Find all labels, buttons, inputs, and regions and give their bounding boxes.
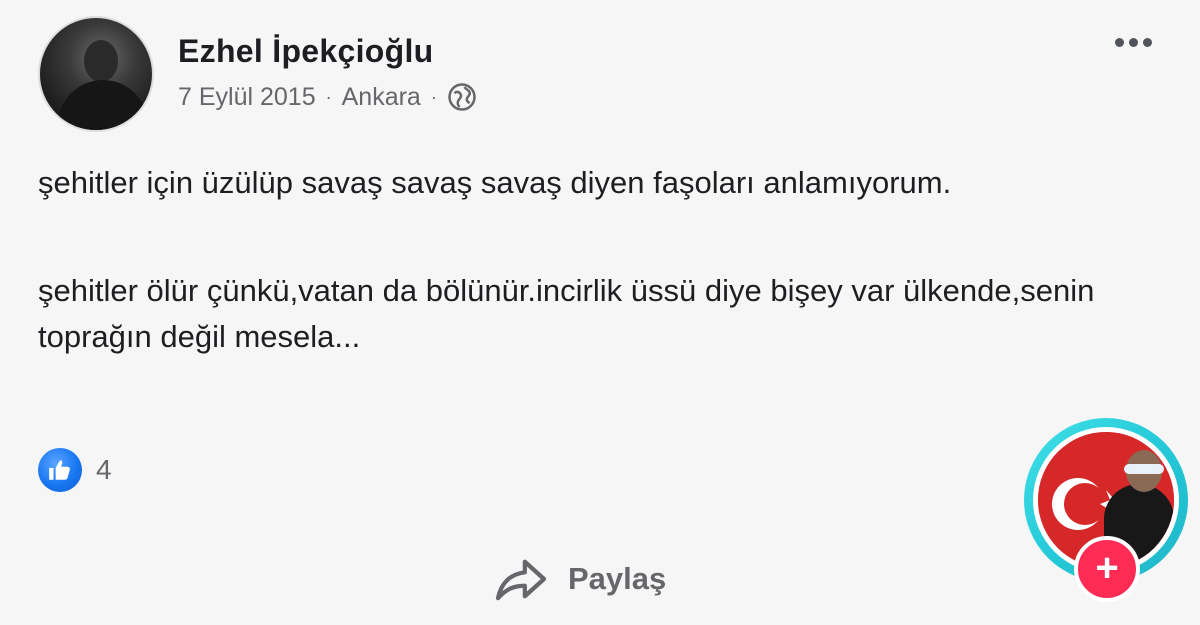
post-paragraph: şehitler için üzülüp savaş savaş savaş d… xyxy=(38,165,952,200)
creator-glasses xyxy=(1124,464,1164,474)
post-text: şehitler için üzülüp savaş savaş savaş d… xyxy=(38,160,1138,422)
avatar-shoulders xyxy=(58,80,148,130)
more-dots-icon xyxy=(1115,38,1124,47)
plus-icon: + xyxy=(1095,545,1119,590)
more-dots-icon xyxy=(1143,38,1152,47)
meta-separator-2: · xyxy=(430,87,437,107)
follow-button[interactable]: + xyxy=(1074,536,1140,602)
author-name[interactable]: Ezhel İpekçioğlu xyxy=(178,32,477,70)
more-dots-icon xyxy=(1129,38,1138,47)
header-text: Ezhel İpekçioğlu 7 Eylül 2015 · Ankara · xyxy=(178,32,477,112)
post-date[interactable]: 7 Eylül 2015 xyxy=(178,82,316,112)
thumbs-up-icon xyxy=(49,460,70,480)
post-header: Ezhel İpekçioğlu 7 Eylül 2015 · Ankara · xyxy=(38,16,477,132)
share-button[interactable]: Paylaş xyxy=(494,556,666,602)
share-icon xyxy=(495,559,547,601)
like-icon xyxy=(38,448,82,492)
avatar-head xyxy=(84,40,118,82)
share-label: Paylaş xyxy=(568,561,667,596)
post-meta: 7 Eylül 2015 · Ankara · xyxy=(178,82,477,112)
post-location[interactable]: Ankara xyxy=(342,82,421,112)
post-card: Ezhel İpekçioğlu 7 Eylül 2015 · Ankara ·… xyxy=(0,0,1200,625)
post-paragraph: şehitler ölür çünkü,vatan da bölünür.inc… xyxy=(38,273,1095,354)
meta-separator: · xyxy=(325,87,332,107)
author-avatar[interactable] xyxy=(38,16,154,132)
more-options-button[interactable] xyxy=(1115,38,1152,47)
reaction-count: 4 xyxy=(96,454,112,485)
globe-icon xyxy=(448,83,476,111)
reactions-summary[interactable]: 4 xyxy=(38,448,112,492)
